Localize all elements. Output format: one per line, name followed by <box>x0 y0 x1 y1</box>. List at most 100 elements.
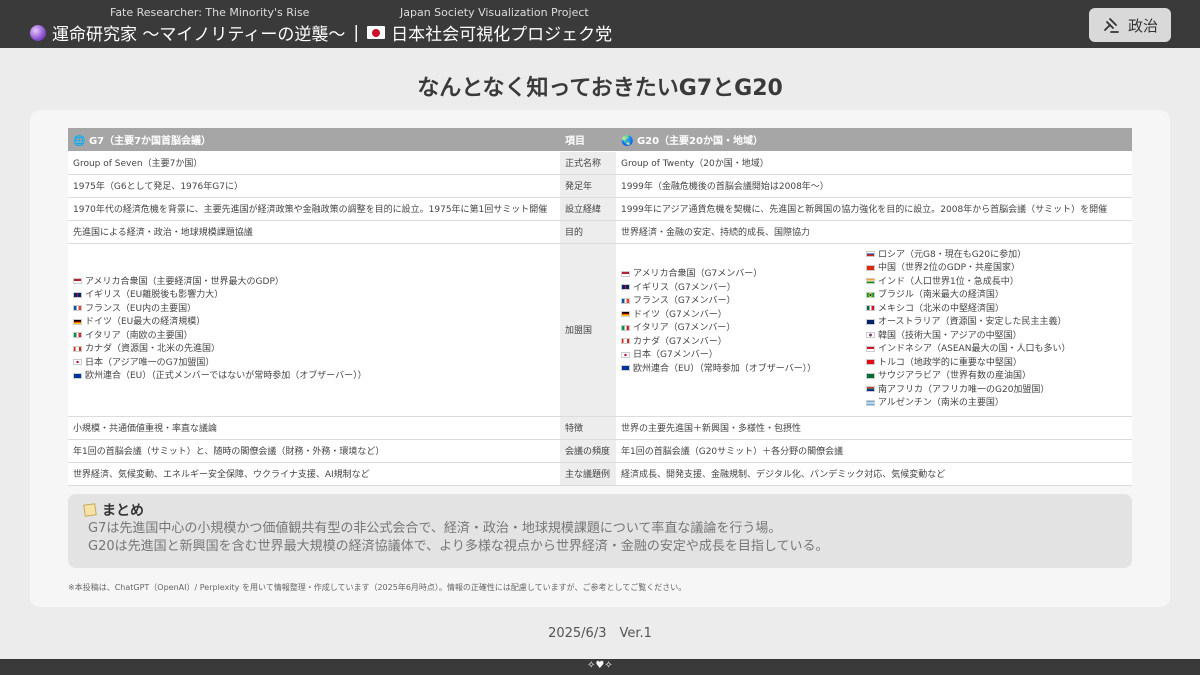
page-title: なんとなく知っておきたいG7とG20 <box>417 76 783 101</box>
list-item: カナダ（資源国・北米の先進国） <box>73 343 555 357</box>
us-flag-icon <box>621 270 630 277</box>
g7-cell: 先進国による経済・政治・地球規模課題協議 <box>68 220 560 244</box>
south-africa-flag-icon <box>866 386 875 392</box>
table-header-row: 🌐 G7（主要7か国首脳会議） 項目 🌏 G20（主要20か国・地域） <box>68 128 1132 152</box>
list-item: 欧州連合（EU）（正式メンバーではないが常時参加（オブザーバー）） <box>73 370 555 384</box>
list-item: 韓国（技術大国・アジアの中堅国） <box>866 330 1127 344</box>
politics-category-button[interactable]: 政治 <box>1089 8 1171 42</box>
brand-title-left: 運命研究家 〜マイノリティーの逆襲〜 <box>52 25 346 45</box>
list-item: 中国（世界2位のGDP・共産国家） <box>866 262 1127 276</box>
us-flag-icon <box>73 278 82 284</box>
list-item: オーストラリア（資源国・安定した民主主義） <box>866 316 1127 330</box>
g20-members-column-1: アメリカ合衆国（G7メンバー） イギリス（G7メンバー） フランス（G7メンバー… <box>621 249 866 411</box>
item-cell: 主な議題例 <box>560 462 616 486</box>
saudi-arabia-flag-icon <box>866 372 875 379</box>
uk-flag-icon <box>73 291 82 298</box>
list-item: ロシア（元G8・現在もG20に参加） <box>866 249 1127 263</box>
brazil-flag-icon <box>866 291 875 298</box>
item-cell: 特徴 <box>560 416 616 440</box>
uk-flag-icon <box>621 284 630 290</box>
item-cell: 加盟国 <box>560 243 616 417</box>
italy-flag-icon <box>621 324 630 331</box>
summary-title: まとめ <box>102 503 144 519</box>
list-item: アルゼンチン（南米の主要国） <box>866 397 1127 411</box>
comparison-table: 🌐 G7（主要7か国首脳会議） 項目 🌏 G20（主要20か国・地域） Grou… <box>68 128 1132 486</box>
list-item: 南アフリカ（アフリカ唯一のG20加盟国） <box>866 384 1127 398</box>
list-item: アメリカ合衆国（G7メンバー） <box>621 268 866 282</box>
g20-members-list: アメリカ合衆国（G7メンバー） イギリス（G7メンバー） フランス（G7メンバー… <box>621 249 1127 411</box>
argentina-flag-icon <box>866 399 875 406</box>
table-row: 1975年（G6として発足、1976年G7に） 発足年 1999年（金融危機後の… <box>68 174 1132 198</box>
indonesia-flag-icon <box>866 345 875 352</box>
table-row: Group of Seven（主要7か国） 正式名称 Group of Twen… <box>68 151 1132 175</box>
item-cell: 発足年 <box>560 174 616 198</box>
item-cell: 会議の頻度 <box>560 439 616 463</box>
g7-cell: 年1回の首脳会議（サミット）と、随時の閣僚会議（財務・外務・環境など） <box>68 439 560 463</box>
summary-heading: まとめ <box>83 500 1116 520</box>
list-item: ブラジル（南米最大の経済国） <box>866 289 1127 303</box>
list-item: イギリス（EU離脱後も影響力大） <box>73 289 555 303</box>
date-version: 2025/6/3 Ver.1 <box>548 626 652 641</box>
table-row: 小規模・共通価値重視・率直な議論 特徴 世界の主要先進国＋新興国・多様性・包摂性 <box>68 416 1132 440</box>
g20-members-cell: アメリカ合衆国（G7メンバー） イギリス（G7メンバー） フランス（G7メンバー… <box>616 243 1132 417</box>
g20-cell: Group of Twenty（20か国・地域） <box>616 151 1132 175</box>
brand-separator: | <box>353 22 360 43</box>
g7-cell: 1970年代の経済危機を背景に、主要先進国が経済政策や金融政策の調整を目的に設立… <box>68 197 560 221</box>
g20-members-column-2: ロシア（元G8・現在もG20に参加） 中国（世界2位のGDP・共産国家） インド… <box>866 249 1127 411</box>
summary-line-1: G7は先進国中心の小規模かつ価値観共有型の非公式会合で、経済・政治・地球規模課題… <box>88 521 782 536</box>
list-item: サウジアラビア（世界有数の産油国） <box>866 370 1127 384</box>
brand-title: 運命研究家 〜マイノリティーの逆襲〜 | 日本社会可視化プロジェク党 <box>30 20 612 45</box>
brand-title-right: 日本社会可視化プロジェク党 <box>391 25 613 45</box>
china-flag-icon <box>866 264 875 271</box>
g20-cell: 年1回の首脳会議（G20サミット）＋各分野の閣僚会議 <box>616 439 1132 463</box>
italy-flag-icon <box>73 332 82 338</box>
g20-cell: 世界経済・金融の安定、持続的成長、国際協力 <box>616 220 1132 244</box>
list-item: インドネシア（ASEAN最大の国・人口も多い） <box>866 343 1127 357</box>
list-item: トルコ（地政学的に重要な中堅国） <box>866 357 1127 371</box>
list-item: アメリカ合衆国（主要経済国・世界最大のGDP） <box>73 276 555 290</box>
g20-cell: 1999年（金融危機後の首脳会議開始は2008年〜） <box>616 174 1132 198</box>
india-flag-icon <box>866 278 875 284</box>
g7-cell: 1975年（G6として発足、1976年G7に） <box>68 174 560 198</box>
canada-flag-icon <box>73 345 82 352</box>
list-item: フランス（G7メンバー） <box>621 295 866 309</box>
politics-button-label: 政治 <box>1127 16 1158 35</box>
list-item: イタリア（南欧の主要国） <box>73 330 555 344</box>
eu-flag-icon <box>621 365 630 371</box>
item-cell: 設立経緯 <box>560 197 616 221</box>
list-item: インド（人口世界1位・急成長中） <box>866 276 1127 290</box>
list-item: イギリス（G7メンバー） <box>621 282 866 296</box>
france-flag-icon <box>621 297 630 304</box>
germany-flag-icon <box>621 311 630 317</box>
turkey-flag-icon <box>866 359 875 365</box>
list-item: イタリア（G7メンバー） <box>621 322 866 336</box>
g20-cell: 1999年にアジア通貨危機を契機に、先進国と新興国の協力強化を目的に設立。200… <box>616 197 1132 221</box>
list-item: カナダ（G7メンバー） <box>621 336 866 350</box>
members-row: アメリカ合衆国（主要経済国・世界最大のGDP） イギリス（EU離脱後も影響力大）… <box>68 243 1132 417</box>
g7-members-list: アメリカ合衆国（主要経済国・世界最大のGDP） イギリス（EU離脱後も影響力大）… <box>73 276 555 384</box>
list-item: 日本（G7メンバー） <box>621 349 866 363</box>
g7-members-cell: アメリカ合衆国（主要経済国・世界最大のGDP） イギリス（EU離脱後も影響力大）… <box>68 243 560 417</box>
header-item: 項目 <box>560 128 616 152</box>
list-item: メキシコ（北米の中堅経済国） <box>866 303 1127 317</box>
korea-flag-icon <box>866 332 875 338</box>
russia-flag-icon <box>866 251 875 257</box>
gavel-icon <box>1104 18 1119 33</box>
australia-flag-icon <box>866 318 875 325</box>
list-item: 欧州連合（EU）（常時参加（オブザーバー）） <box>621 363 866 377</box>
header-g20: 🌏 G20（主要20か国・地域） <box>616 128 1132 152</box>
table-row: 1970年代の経済危機を背景に、主要先進国が経済政策や金融政策の調整を目的に設立… <box>68 197 1132 221</box>
g7-cell: 小規模・共通価値重視・率直な議論 <box>68 416 560 440</box>
comparison-card: 🌐 G7（主要7か国首脳会議） 項目 🌏 G20（主要20か国・地域） Grou… <box>30 110 1170 607</box>
brand-subtitle-left: Fate Researcher: The Minority's Rise <box>110 6 310 19</box>
japan-flag-icon <box>367 26 386 39</box>
france-flag-icon <box>73 305 82 311</box>
germany-flag-icon <box>73 318 82 325</box>
japan-flag-icon <box>621 351 630 358</box>
list-item: ドイツ（G7メンバー） <box>621 309 866 323</box>
japan-flag-icon <box>73 359 82 365</box>
footer-bar: ✧♥✧ <box>0 659 1200 675</box>
table-row: 年1回の首脳会議（サミット）と、随時の閣僚会議（財務・外務・環境など） 会議の頻… <box>68 439 1132 463</box>
brand-subtitle-right: Japan Society Visualization Project <box>400 6 589 19</box>
summary-line-2: G20は先進国と新興国を含む世界最大規模の経済協議体で、より多様な視点から世界経… <box>88 539 829 554</box>
